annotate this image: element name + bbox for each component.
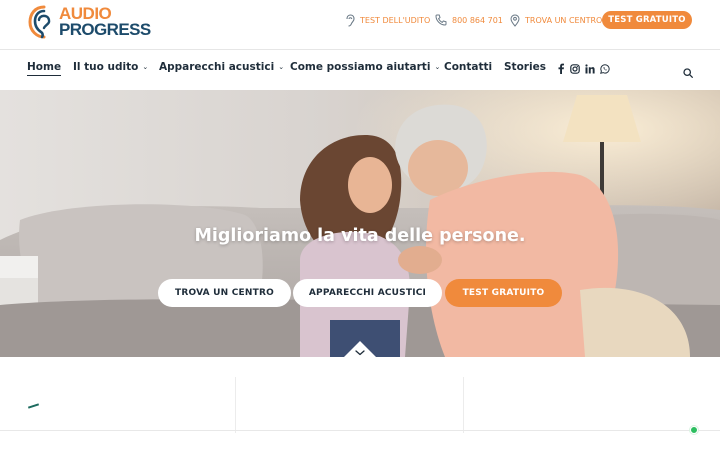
ear-icon xyxy=(346,13,355,27)
whatsapp-chat-icon[interactable] xyxy=(690,426,698,434)
nav-item-contatti[interactable]: Contatti xyxy=(444,61,492,73)
nav-item-label: Contatti xyxy=(444,61,493,73)
phone-link[interactable]: 800 864 701 xyxy=(435,12,503,28)
chevron-down-icon: ⌄ xyxy=(142,63,149,71)
phone-icon xyxy=(435,14,447,26)
chevron-down-icon: ⌄ xyxy=(278,63,285,71)
facebook-icon[interactable] xyxy=(557,63,565,74)
main-nav: Home Il tuo udito ⌄ Apparecchi acustici … xyxy=(0,51,720,89)
nav-item-label: Come possiamo aiutarti xyxy=(290,61,431,73)
features-section xyxy=(0,357,720,450)
column-divider xyxy=(463,377,464,433)
chevron-down-icon xyxy=(344,341,376,357)
nav-item-label: Stories xyxy=(504,61,546,73)
linkedin-icon[interactable] xyxy=(585,63,595,74)
hearing-test-link[interactable]: TEST DELL'UDITO xyxy=(345,12,430,28)
instagram-icon[interactable] xyxy=(570,63,580,74)
nav-item-stories[interactable]: Stories xyxy=(504,61,546,73)
nav-item-apparecchi-acustici[interactable]: Apparecchi acustici ⌄ xyxy=(159,61,284,73)
hearing-test-label: TEST DELL'UDITO xyxy=(360,15,431,25)
ear-logo-icon xyxy=(28,5,51,39)
phone-number: 800 864 701 xyxy=(452,15,503,25)
find-center-link[interactable]: TROVA UN CENTRO xyxy=(510,12,602,28)
brand-logo[interactable]: AUDIO PROGRESS xyxy=(27,4,151,40)
find-center-button[interactable]: TROVA UN CENTRO xyxy=(158,279,291,307)
free-test-hero-button[interactable]: TEST GRATUITO xyxy=(445,279,562,307)
hero-banner: Miglioriamo la vita delle persone. TROVA… xyxy=(0,90,720,357)
scroll-down-button[interactable] xyxy=(342,339,378,357)
nav-item-come-possiamo-aiutarti[interactable]: Come possiamo aiutarti ⌄ xyxy=(290,61,440,73)
chevron-down-icon: ⌄ xyxy=(434,63,441,71)
free-test-button[interactable]: TEST GRATUITO xyxy=(602,11,692,29)
location-pin-icon xyxy=(510,13,520,27)
top-bar: AUDIO PROGRESS TEST DELL'UDITO 800 864 7… xyxy=(0,0,720,50)
search-icon xyxy=(683,68,693,78)
column-divider xyxy=(235,377,236,433)
accent-dash xyxy=(27,403,40,409)
nav-item-il-tuo-udito[interactable]: Il tuo udito ⌄ xyxy=(73,61,148,73)
section-divider xyxy=(0,430,720,431)
find-center-label: TROVA UN CENTRO xyxy=(525,15,603,25)
nav-item-label: Il tuo udito xyxy=(73,61,139,73)
search-button[interactable] xyxy=(683,63,693,82)
logo-text-progress: PROGRESS xyxy=(59,20,151,39)
hero-photo xyxy=(0,90,720,357)
social-links xyxy=(557,63,610,74)
hero-title: Miglioriamo la vita delle persone. xyxy=(194,226,526,246)
nav-item-label: Home xyxy=(27,61,62,73)
hearing-aids-button[interactable]: APPARECCHI ACUSTICI xyxy=(293,279,442,307)
nav-item-label: Apparecchi acustici xyxy=(159,61,275,73)
whatsapp-icon[interactable] xyxy=(600,63,610,74)
nav-item-home[interactable]: Home xyxy=(27,61,62,76)
